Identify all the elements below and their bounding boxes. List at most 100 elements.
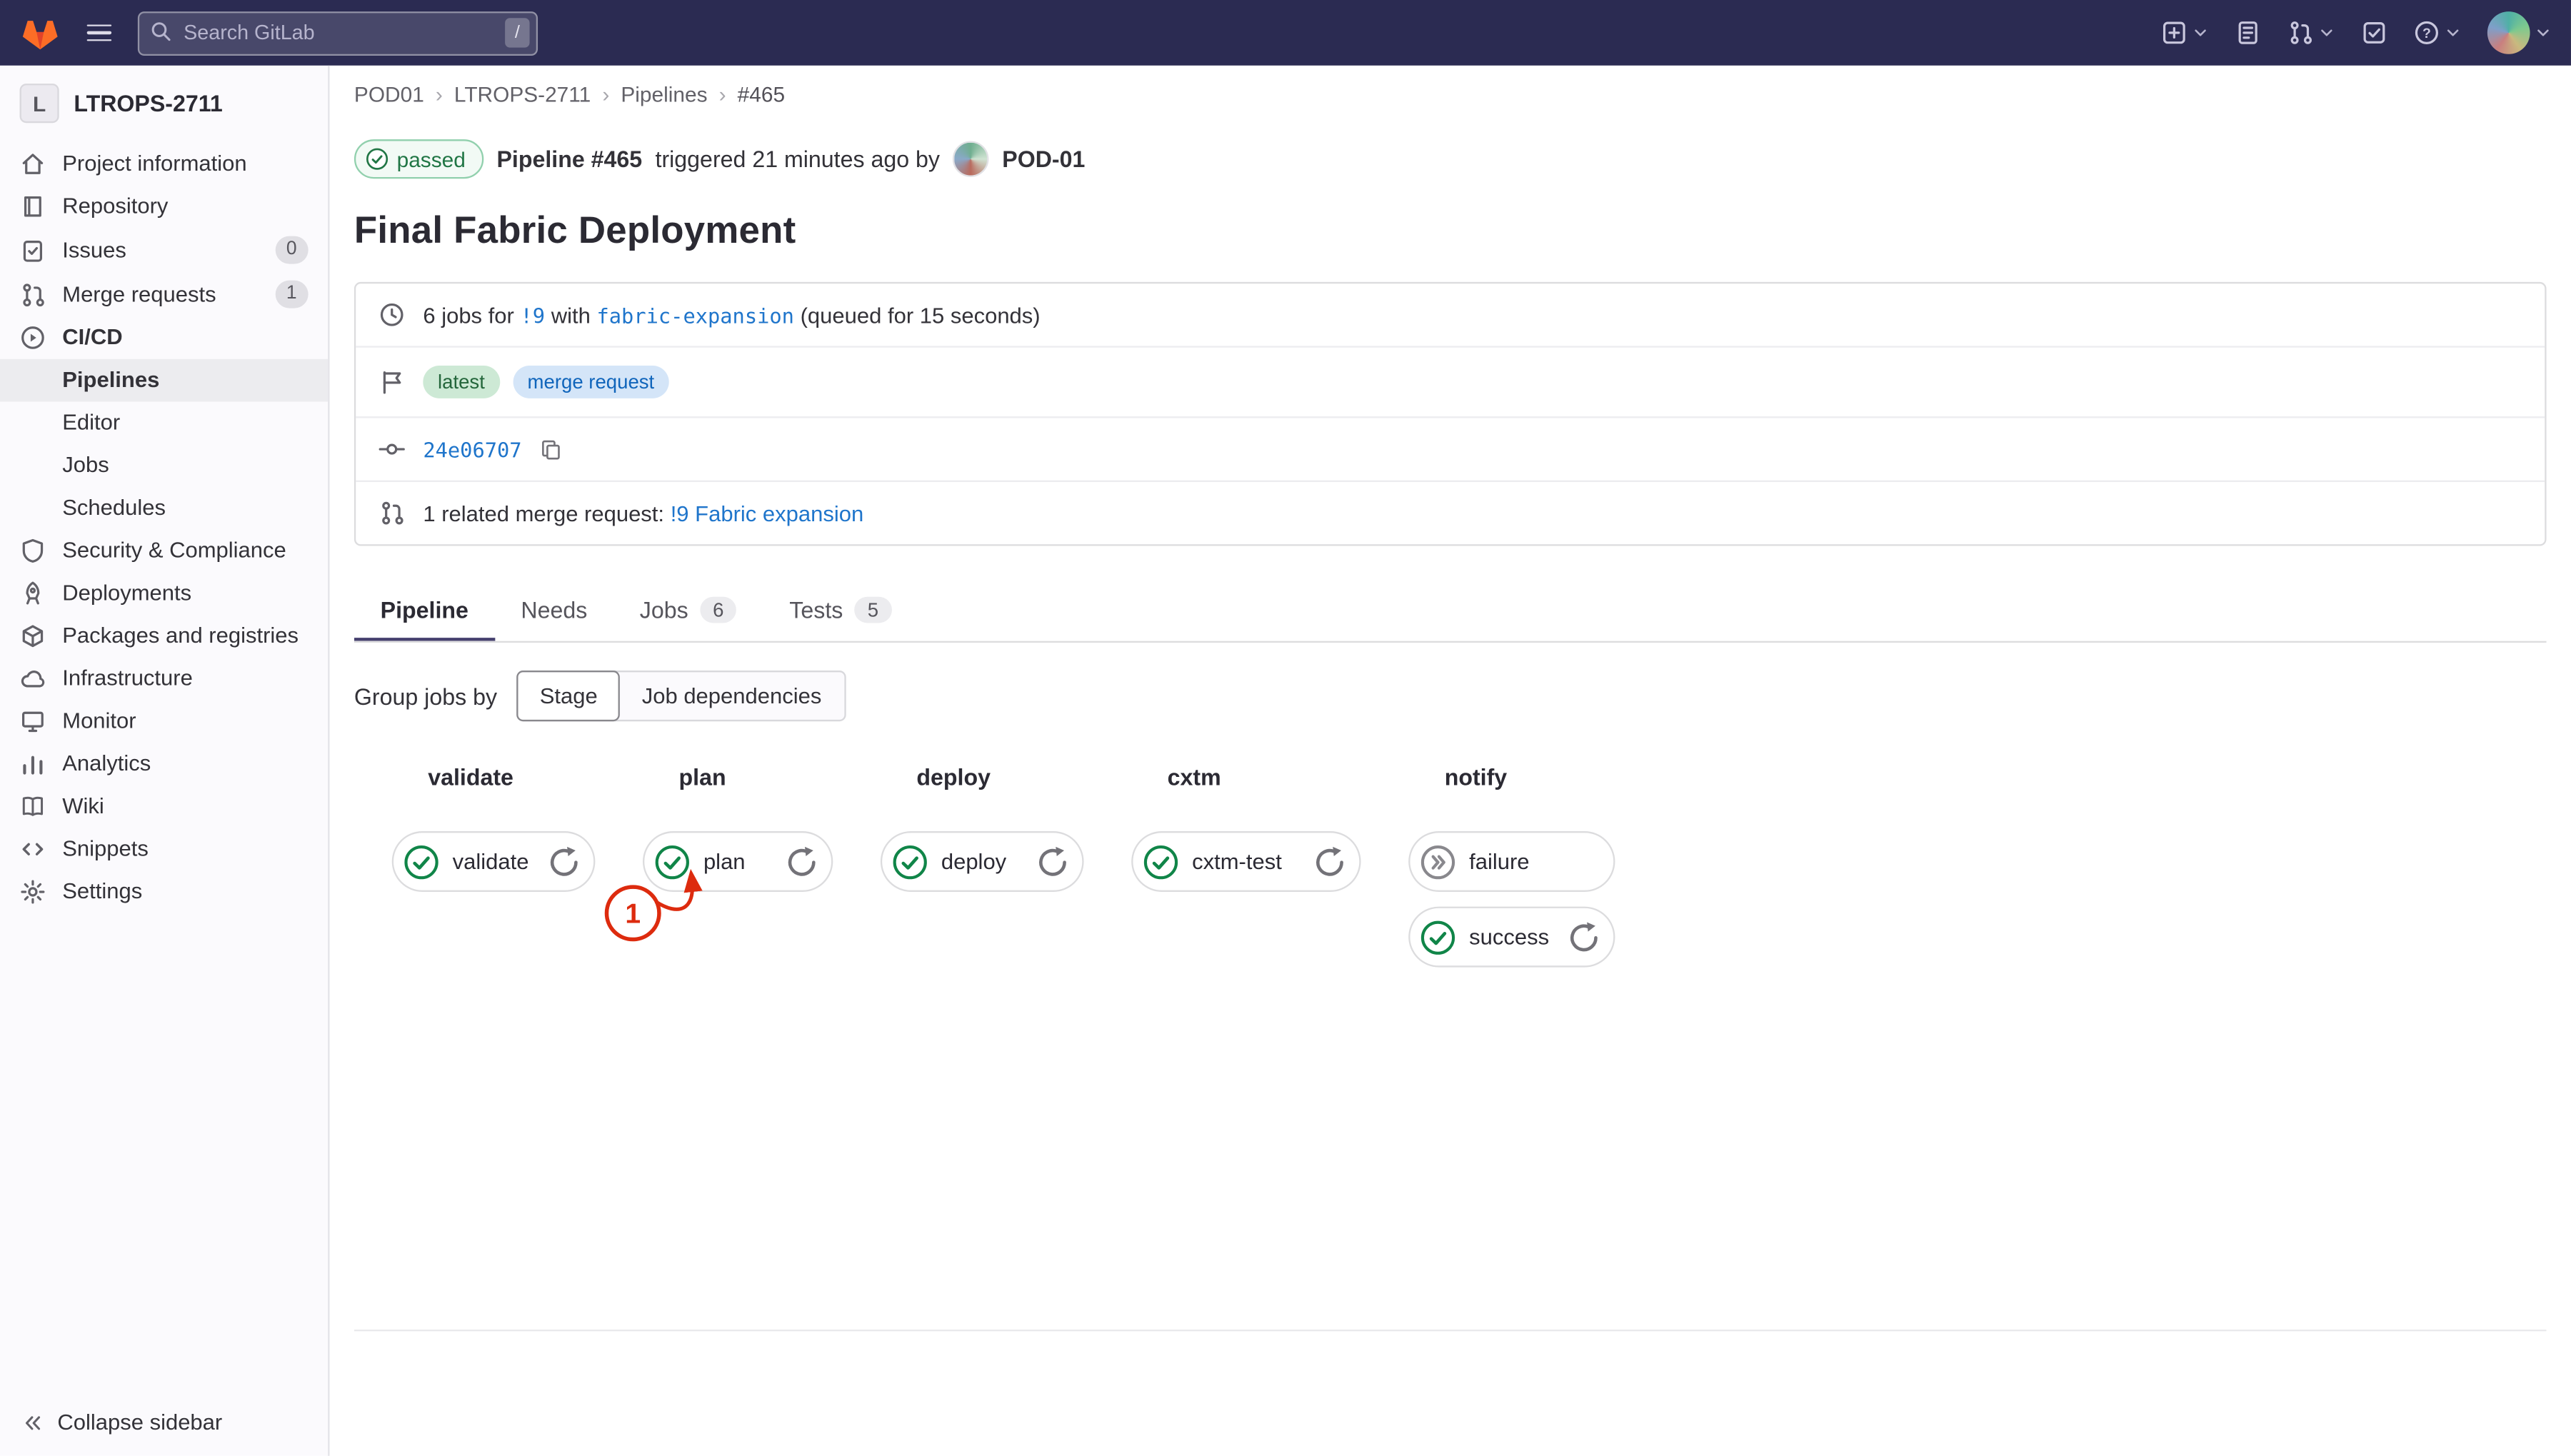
collapse-icon bbox=[21, 1411, 44, 1434]
chevron-down-icon bbox=[2535, 24, 2551, 41]
job-validate[interactable]: validate bbox=[391, 831, 596, 892]
job-deploy[interactable]: deploy bbox=[880, 831, 1084, 892]
retry-button[interactable] bbox=[1036, 845, 1069, 878]
breadcrumb-separator-icon: › bbox=[602, 81, 610, 107]
breadcrumb-item-pod01[interactable]: POD01 bbox=[354, 82, 424, 106]
status-passed-icon bbox=[366, 148, 389, 171]
job-plan[interactable]: plan bbox=[642, 831, 833, 892]
job-success[interactable]: success bbox=[1408, 906, 1615, 968]
breadcrumb-item-ltrops-2711[interactable]: LTROPS-2711 bbox=[454, 82, 591, 106]
pipeline-details: 6 jobs for !9 with fabric-expansion (que… bbox=[354, 281, 2547, 546]
sidebar-subitem-schedules[interactable]: Schedules bbox=[0, 487, 328, 530]
sidebar-item-settings[interactable]: Settings bbox=[0, 870, 328, 913]
sidebar-item-snippets[interactable]: Snippets bbox=[0, 828, 328, 870]
project-name: LTROPS-2711 bbox=[74, 90, 223, 117]
jobs-summary-text: 6 jobs for !9 with fabric-expansion (que… bbox=[423, 303, 1040, 327]
merge-requests-icon bbox=[20, 281, 46, 308]
labels-row: latest merge request bbox=[356, 348, 2545, 418]
pipeline-label-merge-request[interactable]: merge request bbox=[512, 365, 669, 398]
topbar-actions bbox=[2161, 11, 2551, 54]
job-cxtm-test[interactable]: cxtm-test bbox=[1131, 831, 1361, 892]
stage-name: cxtm bbox=[1167, 763, 1221, 790]
tab-tests[interactable]: Tests 5 bbox=[763, 578, 918, 641]
sidebar-item-label: Deployments bbox=[62, 580, 192, 606]
breadcrumb-item--465[interactable]: #465 bbox=[738, 82, 785, 106]
project-context[interactable]: L LTROPS-2711 bbox=[0, 66, 328, 139]
topbar-merge-requests[interactable] bbox=[2287, 20, 2335, 46]
security-compliance-icon bbox=[20, 538, 46, 564]
sidebar-item-monitor[interactable]: Monitor bbox=[0, 700, 328, 743]
search-input[interactable] bbox=[137, 10, 538, 55]
jobs-summary-row: 6 jobs for !9 with fabric-expansion (que… bbox=[356, 283, 2545, 348]
issues-icon bbox=[2235, 20, 2261, 46]
tab-label: Pipeline bbox=[380, 596, 468, 623]
triggerer-avatar[interactable] bbox=[953, 141, 989, 177]
hamburger-menu-button[interactable] bbox=[80, 17, 118, 48]
retry-button[interactable] bbox=[1568, 920, 1600, 953]
sidebar-nav: Project information Repository Issues 0 Merg… bbox=[0, 139, 329, 1388]
group-by-stage[interactable]: Stage bbox=[516, 671, 621, 722]
sidebar-item-ci-cd[interactable]: CI/CD bbox=[0, 316, 328, 359]
copy-commit-button[interactable] bbox=[540, 438, 563, 461]
search-shortcut-key: / bbox=[505, 18, 530, 48]
sidebar-subitem-jobs[interactable]: Jobs bbox=[0, 444, 328, 487]
sidebar-item-repository[interactable]: Repository bbox=[0, 185, 328, 228]
sidebar-item-infrastructure[interactable]: Infrastructure bbox=[0, 658, 328, 701]
status-skipped-icon bbox=[1420, 843, 1456, 880]
topbar-new-menu[interactable] bbox=[2161, 20, 2209, 46]
topbar-help[interactable] bbox=[2414, 20, 2462, 46]
sidebar-item-analytics[interactable]: Analytics bbox=[0, 743, 328, 785]
snippets-icon bbox=[20, 836, 46, 863]
stage-column-notify: notify failure success bbox=[1408, 764, 1615, 982]
repository-icon bbox=[20, 194, 46, 220]
sidebar-item-issues[interactable]: Issues 0 bbox=[0, 228, 328, 272]
search-icon bbox=[149, 19, 172, 41]
retry-button[interactable] bbox=[1313, 845, 1346, 878]
pipeline-graph-section: validate validate plan plan deploy deploy cxtm… bbox=[354, 763, 2547, 1332]
group-by-job-dependencies[interactable]: Job dependencies bbox=[619, 672, 845, 720]
sidebar-item-merge-requests[interactable]: Merge requests 1 bbox=[0, 272, 328, 316]
tab-pipeline[interactable]: Pipeline bbox=[354, 578, 495, 641]
flag-icon bbox=[379, 369, 405, 396]
gitlab-logo-icon[interactable] bbox=[20, 12, 61, 53]
related-mr-link[interactable]: !9 Fabric expansion bbox=[671, 501, 864, 525]
global-search: / bbox=[137, 10, 538, 55]
stage-name: plan bbox=[678, 763, 726, 790]
sidebar-subitem-pipelines[interactable]: Pipelines bbox=[0, 358, 329, 402]
group-jobs-row: Group jobs by Stage Job dependencies bbox=[354, 671, 2547, 722]
retry-button[interactable] bbox=[548, 845, 581, 878]
sidebar-item-security-compliance[interactable]: Security & Compliance bbox=[0, 530, 328, 573]
breadcrumb: POD01 › LTROPS-2711 › Pipelines › #465 bbox=[354, 66, 2547, 114]
commit-icon bbox=[379, 436, 405, 463]
tab-badge: 6 bbox=[699, 596, 737, 623]
tab-needs[interactable]: Needs bbox=[495, 578, 613, 641]
tab-jobs[interactable]: Jobs 6 bbox=[613, 578, 763, 641]
sidebar-item-badge: 1 bbox=[274, 280, 309, 308]
sidebar-subitem-editor[interactable]: Editor bbox=[0, 401, 328, 444]
sidebar-item-packages-registries[interactable]: Packages and registries bbox=[0, 615, 328, 658]
triggered-text: triggered 21 minutes ago by bbox=[655, 146, 941, 173]
sidebar-item-deployments[interactable]: Deployments bbox=[0, 572, 328, 615]
sidebar-item-label: Issues bbox=[62, 236, 126, 262]
stage-column-validate: validate validate bbox=[391, 764, 596, 907]
retry-button[interactable] bbox=[786, 845, 818, 878]
topbar-issues[interactable] bbox=[2235, 20, 2261, 46]
triggerer-name[interactable]: POD-01 bbox=[1002, 146, 1085, 172]
branch-link[interactable]: fabric-expansion bbox=[596, 303, 793, 327]
sidebar-item-label: Infrastructure bbox=[62, 666, 193, 691]
status-badge[interactable]: passed bbox=[354, 139, 484, 179]
sidebar-item-wiki[interactable]: Wiki bbox=[0, 785, 328, 828]
job-failure[interactable]: failure bbox=[1408, 831, 1615, 892]
job-name: plan bbox=[703, 849, 746, 874]
commit-sha-link[interactable]: 24e06707 bbox=[423, 437, 521, 461]
topbar-user-avatar[interactable] bbox=[2487, 11, 2552, 54]
sidebar-item-project-information[interactable]: Project information bbox=[0, 143, 328, 186]
main-content: POD01 › LTROPS-2711 › Pipelines › #465 passed … bbox=[329, 65, 2571, 1456]
collapse-sidebar-button[interactable]: Collapse sidebar bbox=[0, 1389, 328, 1456]
breadcrumb-item-pipelines[interactable]: Pipelines bbox=[621, 82, 707, 106]
topbar-todo[interactable] bbox=[2361, 20, 2387, 46]
mr-ref-link[interactable]: !9 bbox=[520, 303, 545, 327]
stage-name: deploy bbox=[916, 763, 991, 790]
pipeline-label-latest[interactable]: latest bbox=[423, 365, 500, 398]
chevron-down-icon bbox=[2192, 24, 2209, 41]
